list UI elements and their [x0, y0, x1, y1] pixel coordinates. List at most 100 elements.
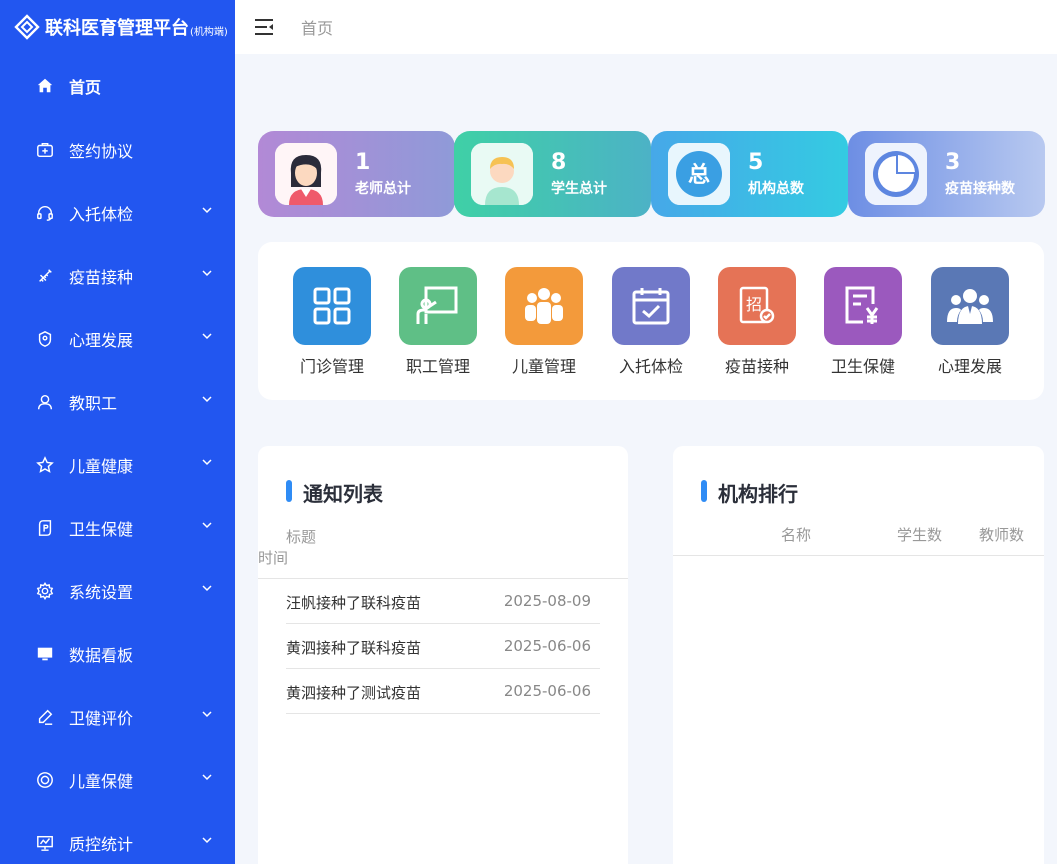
teacher-board-icon [399, 267, 477, 345]
gear-icon [35, 581, 55, 601]
header-divider [673, 555, 1044, 556]
grid-icon [293, 267, 371, 345]
sidebar-item-checkup[interactable]: 入托体检 [0, 181, 235, 244]
stat-value: 5 [748, 150, 764, 175]
tag-p-icon [35, 518, 55, 538]
sidebar-item-label: 系统设置 [69, 582, 134, 602]
brand-subtitle: (机构端) [190, 26, 228, 38]
sidebar-item-label: 签约协议 [69, 141, 134, 161]
sidebar-item-settings[interactable]: 系统设置 [0, 559, 235, 622]
notice-time: 2025-08-09 [503, 592, 591, 610]
sidebar-item-dashboard[interactable]: 数据看板 [0, 622, 235, 685]
sidebar-item-child-care[interactable]: 儿童保健 [0, 748, 235, 811]
column-header-time: 时间 [258, 549, 289, 567]
chevron-down-icon [202, 458, 212, 465]
sidebar-item-contract[interactable]: 签约协议 [0, 118, 235, 181]
quick-item-label: 疫苗接种 [724, 357, 789, 376]
monitor-icon [35, 644, 55, 664]
chevron-down-icon [202, 269, 212, 276]
chevron-down-icon [202, 584, 212, 591]
brand[interactable]: 联科医育管理平台 (机构端) [0, 0, 235, 54]
user-icon [35, 392, 55, 412]
table-row[interactable]: 黄泗接种了测试疫苗 2025-06-06 [286, 669, 600, 714]
stat-card-teachers[interactable]: 1 老师总计 [258, 131, 455, 217]
breadcrumb[interactable]: 首页 [301, 15, 333, 39]
quick-item-staff[interactable]: 职工管理 [388, 267, 488, 377]
stat-label: 学生总计 [551, 181, 607, 197]
sidebar-item-evaluation[interactable]: 卫健评价 [0, 685, 235, 748]
table-row[interactable]: 汪帆接种了联科疫苗 2025-08-09 [286, 579, 600, 624]
notice-panel-title: 通知列表 [286, 478, 383, 507]
shield-plus-icon [35, 329, 55, 349]
chevron-down-icon [202, 836, 212, 843]
chevron-down-icon [202, 521, 212, 528]
sidebar-item-label: 疫苗接种 [69, 267, 134, 287]
chevron-down-icon [202, 395, 212, 402]
quick-item-label: 心理发展 [937, 357, 1002, 376]
svg-text:招: 招 [746, 295, 762, 314]
sidebar-item-quality[interactable]: 质控统计 [0, 811, 235, 864]
quick-item-checkup[interactable]: 入托体检 [601, 267, 701, 377]
sidebar: 联科医育管理平台 (机构端) 首页 签约协议 入托体检 疫苗接种 心理发展 教职… [0, 0, 235, 864]
quick-item-label: 入托体检 [618, 357, 683, 376]
stat-card-students[interactable]: 8 学生总计 [454, 131, 651, 217]
quick-item-psychology[interactable]: 心理发展 [920, 267, 1020, 377]
calendar-check-icon [612, 267, 690, 345]
quick-item-children[interactable]: 儿童管理 [494, 267, 594, 377]
sidebar-item-label: 儿童保健 [69, 771, 134, 791]
home-icon [35, 76, 55, 96]
team-icon [931, 267, 1009, 345]
quick-item-clinic[interactable]: 门诊管理 [282, 267, 382, 377]
notice-time: 2025-06-06 [503, 682, 591, 700]
stat-label: 机构总数 [748, 181, 804, 197]
sidebar-item-vaccine[interactable]: 疫苗接种 [0, 244, 235, 307]
pie-icon [865, 143, 927, 205]
stat-card-institutions[interactable]: 总 5 机构总数 [651, 131, 848, 217]
stat-value: 8 [551, 150, 567, 175]
notice-panel: 通知列表 标题 时间 汪帆接种了联科疫苗 2025-08-09 黄泗接种了联科疫… [258, 446, 628, 864]
pen-icon [35, 707, 55, 727]
notice-title: 汪帆接种了联科疫苗 [286, 594, 422, 612]
medical-kit-icon [35, 140, 55, 160]
column-header-students: 学生数 [897, 526, 943, 544]
lifebuoy-icon [35, 770, 55, 790]
zong-badge-icon: 总 [668, 143, 730, 205]
sidebar-item-child-health[interactable]: 儿童健康 [0, 433, 235, 496]
sidebar-item-home[interactable]: 首页 [0, 54, 235, 118]
stat-label: 老师总计 [355, 181, 411, 197]
headset-icon [35, 203, 55, 223]
sidebar-item-label: 教职工 [69, 393, 118, 413]
chevron-down-icon [202, 773, 212, 780]
quick-item-vaccine[interactable]: 招 疫苗接种 [707, 267, 807, 377]
notice-time: 2025-06-06 [503, 637, 591, 655]
quick-item-label: 职工管理 [405, 357, 470, 376]
brand-title: 联科医育管理平台 [45, 18, 189, 39]
sidebar-item-label: 数据看板 [69, 645, 134, 665]
svg-text:总: 总 [688, 162, 710, 188]
notice-title: 黄泗接种了测试疫苗 [286, 684, 422, 702]
column-header-name: 名称 [781, 526, 812, 544]
syringe-icon [35, 266, 55, 286]
star-icon [35, 455, 55, 475]
quick-entry-panel: 门诊管理 职工管理 儿童管理 入托体检 招 疫苗接种 卫生保健 心理发展 [258, 242, 1044, 400]
sidebar-item-hygiene[interactable]: 卫生保健 [0, 496, 235, 559]
sidebar-item-label: 卫生保健 [69, 519, 134, 539]
column-header-title: 标题 [286, 528, 317, 546]
quick-item-label: 门诊管理 [299, 357, 364, 376]
stat-value: 3 [945, 150, 961, 175]
sidebar-item-psychology[interactable]: 心理发展 [0, 307, 235, 370]
chart-board-icon [35, 833, 55, 853]
menu-fold-icon[interactable] [253, 16, 275, 38]
sidebar-item-label: 首页 [69, 78, 102, 97]
stat-card-vaccinations[interactable]: 3 疫苗接种数 [848, 131, 1045, 217]
student-avatar-icon [471, 143, 533, 205]
table-row[interactable]: 黄泗接种了联科疫苗 2025-06-06 [286, 624, 600, 669]
group-icon [505, 267, 583, 345]
sidebar-item-label: 儿童健康 [69, 456, 134, 476]
chevron-down-icon [202, 710, 212, 717]
ranking-panel: 机构排行 名称 学生数 教师数 [673, 446, 1044, 864]
topbar: 首页 [235, 0, 1057, 54]
sidebar-item-staff[interactable]: 教职工 [0, 370, 235, 433]
quick-item-hygiene[interactable]: 卫生保健 [813, 267, 913, 377]
logo-icon [14, 14, 40, 40]
